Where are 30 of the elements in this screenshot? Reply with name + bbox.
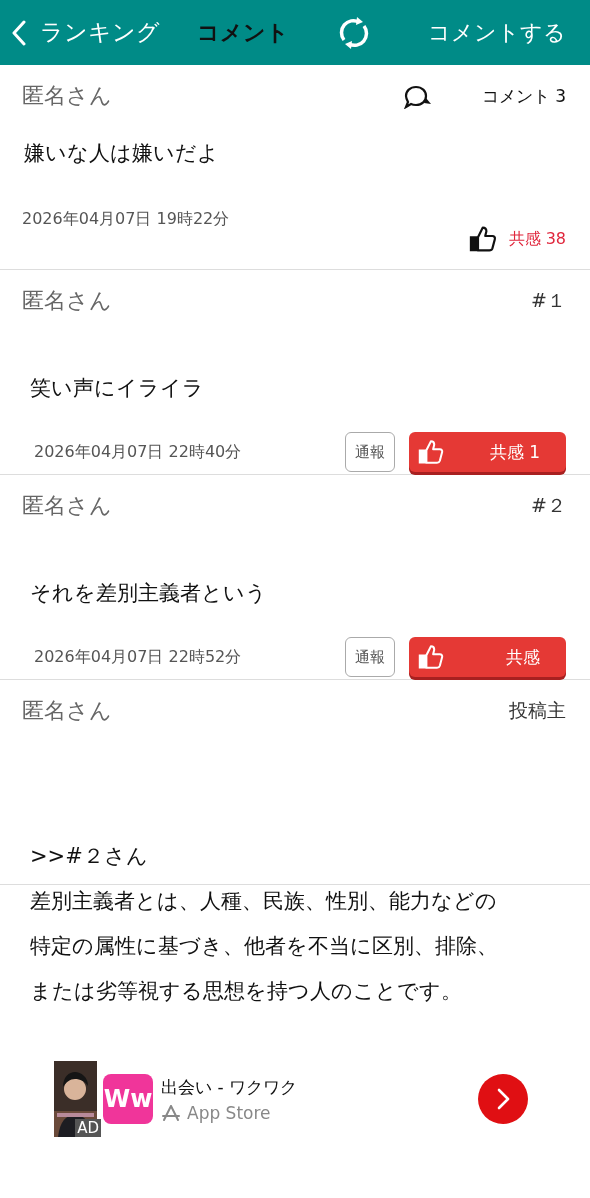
comment-count: コメント 3: [481, 84, 566, 108]
ad-title: 出会い - ワクワク: [161, 1075, 298, 1099]
back-link[interactable]: ランキング: [12, 17, 197, 48]
comment-text: それを差別主義者という: [30, 580, 268, 607]
author-name: 匿名さん: [22, 287, 113, 315]
report-button[interactable]: 通報: [345, 637, 395, 677]
author-name: 匿名さん: [22, 82, 113, 110]
like-button[interactable]: 共感 1: [409, 432, 566, 472]
comment-text: 笑い声にイライラ: [30, 375, 205, 402]
comment-date: 2026年04月07日 22時40分: [34, 441, 243, 463]
post-comment-button[interactable]: コメントする: [428, 17, 566, 48]
report-button[interactable]: 通報: [345, 432, 395, 472]
comment-text: >>#２さん: [30, 843, 149, 870]
store-name: App Store: [187, 1102, 271, 1123]
screen-title: コメント: [197, 18, 290, 47]
comment-text: 差別主義者とは、人種、民族、性別、能力などの: [30, 888, 498, 915]
like-count: 共感 38: [508, 228, 566, 250]
comment-date: 2026年04月07日 22時52分: [34, 646, 243, 668]
post-date: 2026年04月07日 19時22分: [22, 209, 231, 230]
comment-number: #１: [531, 288, 566, 313]
comment-text: 特定の属性に基づき、他者を不当に区別、排除、: [30, 933, 499, 960]
comment-number: 投稿主: [509, 698, 566, 723]
ad-badge: AD: [75, 1119, 101, 1137]
post-text: 嫌いな人は嫌いだよ: [23, 140, 220, 167]
app-icon: Ww: [103, 1074, 153, 1124]
author-name: 匿名さん: [22, 697, 113, 725]
like-button[interactable]: 共感: [409, 637, 566, 677]
comment-number: #２: [531, 493, 566, 518]
comment-text: または劣等視する思想を持つ人のことです。: [30, 978, 463, 1005]
author-name: 匿名さん: [22, 492, 113, 520]
